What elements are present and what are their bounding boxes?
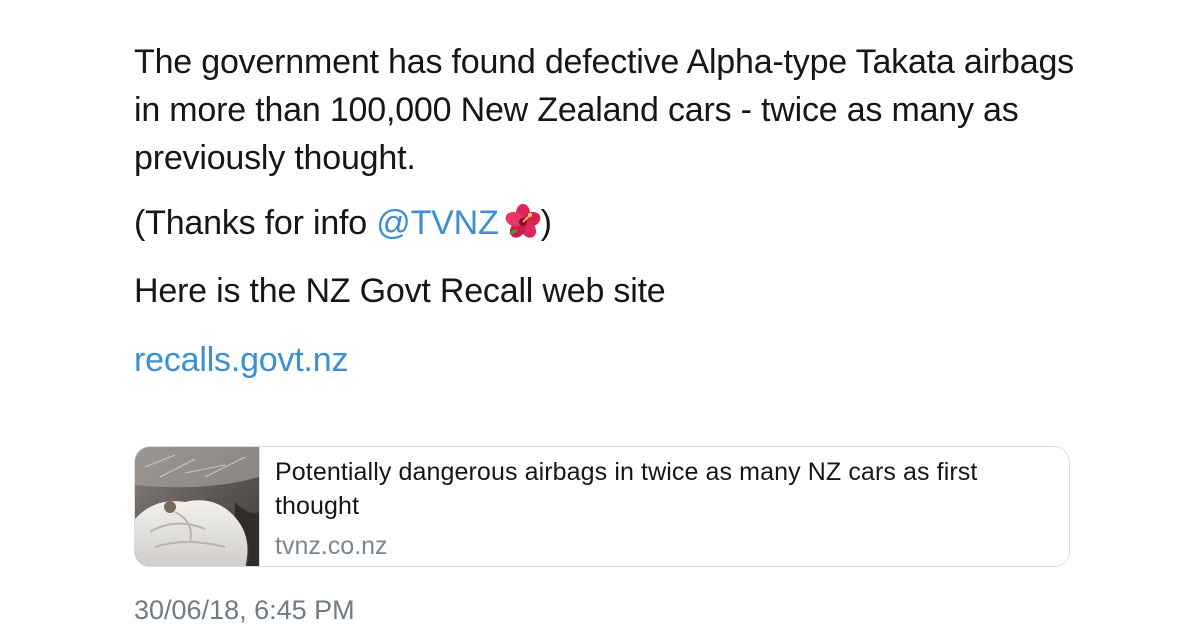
card-text: Potentially dangerous airbags in twice a…	[260, 447, 1069, 566]
tweet-timestamp[interactable]: 30/06/18, 6:45 PM	[134, 593, 355, 627]
thanks-prefix: (Thanks for info	[134, 204, 377, 242]
thanks-suffix: )	[540, 204, 552, 242]
tweet-body: The government has found defective Alpha…	[134, 38, 1074, 408]
tweet-text-paragraph: The government has found defective Alpha…	[134, 43, 1074, 177]
recall-site-line: Here is the NZ Govt Recall web site	[134, 272, 666, 310]
link-preview-card[interactable]: Potentially dangerous airbags in twice a…	[134, 446, 1070, 567]
tweet-thanks-line: (Thanks for info @TVNZ )	[134, 199, 1074, 247]
mention-link[interactable]: @TVNZ	[376, 204, 498, 242]
card-domain: tvnz.co.nz	[275, 532, 388, 560]
recalls-url-link[interactable]: recalls.govt.nz	[134, 341, 349, 379]
deployed-airbag-thumbnail	[135, 447, 260, 566]
card-title: Potentially dangerous airbags in twice a…	[275, 458, 978, 520]
hibiscus-icon	[505, 204, 541, 240]
